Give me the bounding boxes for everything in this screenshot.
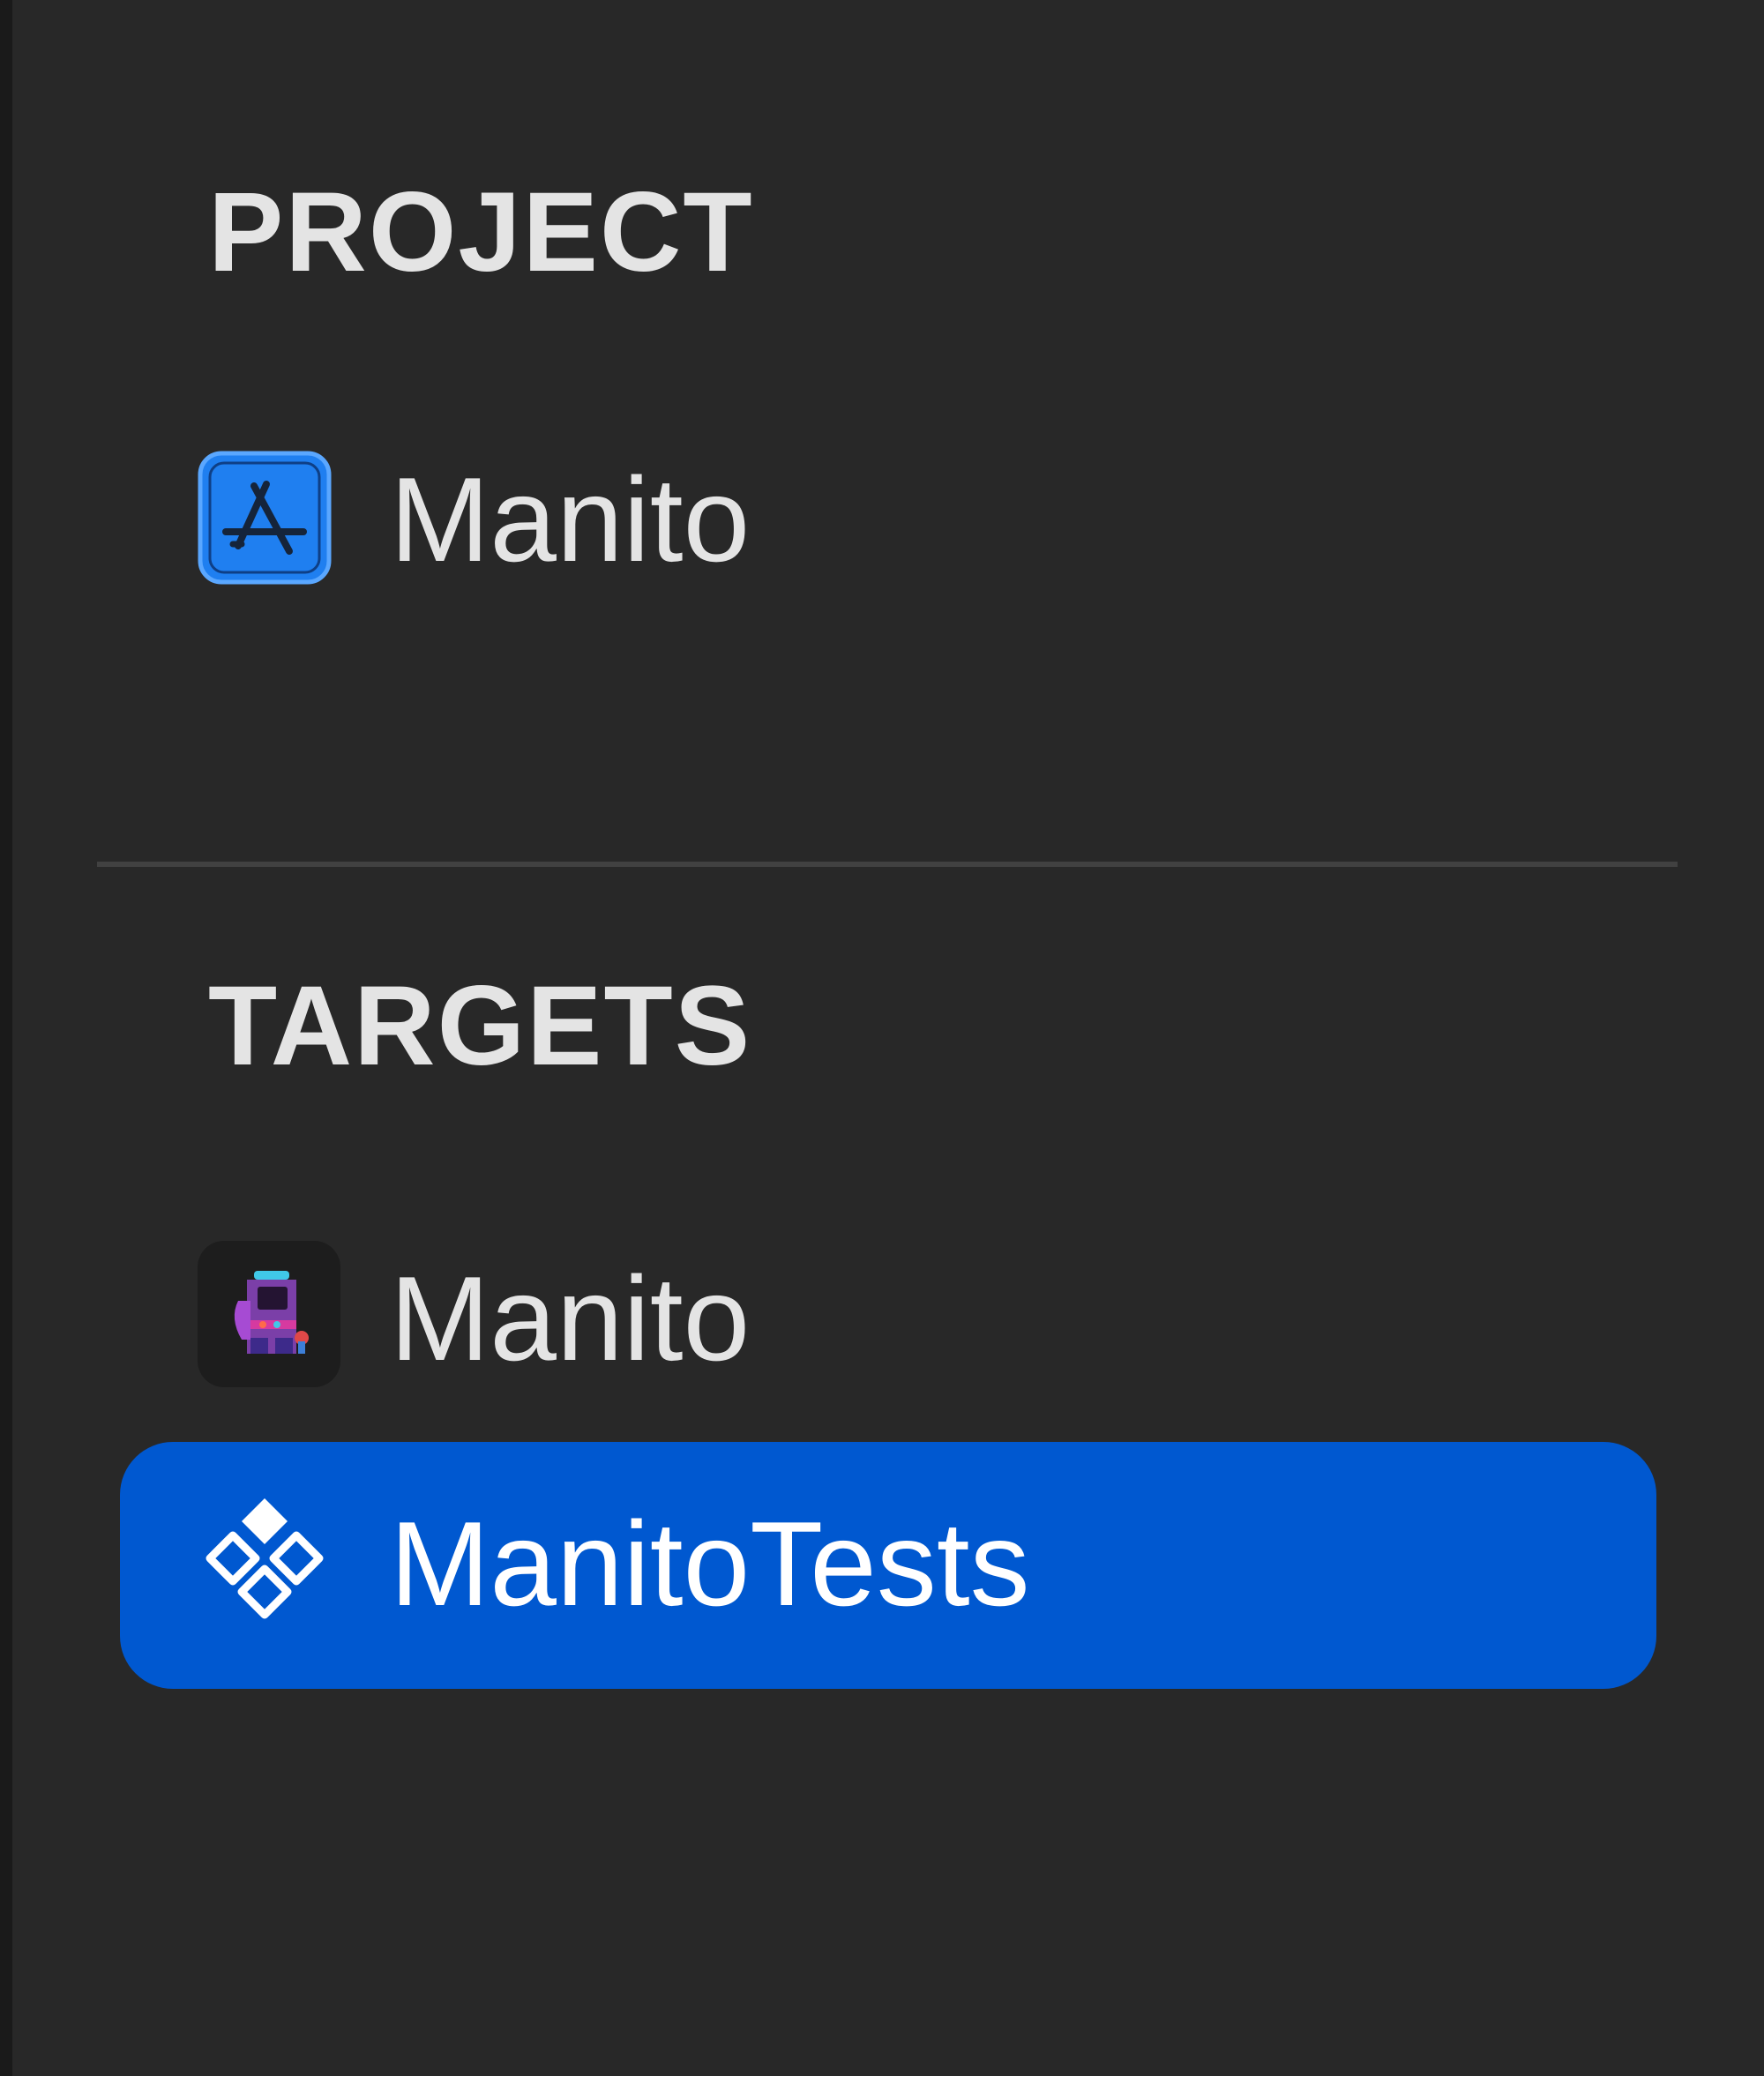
project-item-manito[interactable]: Manito [120,394,1656,641]
target-item-manitotests[interactable]: ManitoTests [120,1442,1656,1689]
sidebar-left-edge [0,0,12,2076]
test-bundle-icon [198,1490,332,1624]
target-item-label: ManitoTests [390,1497,1030,1631]
app-store-icon [198,451,332,585]
arcade-app-icon [196,1239,342,1389]
section-header-project: PROJECT [208,169,754,295]
section-divider [97,862,1678,867]
target-item-label: Manito [390,1251,751,1385]
target-item-manito[interactable]: Manito [120,1186,1656,1433]
section-header-targets: TARGETS [208,963,752,1089]
project-item-label: Manito [390,452,751,586]
project-navigator-sidebar: PROJECT Manito TARGETS Manito ManitoTest… [0,0,1764,2076]
